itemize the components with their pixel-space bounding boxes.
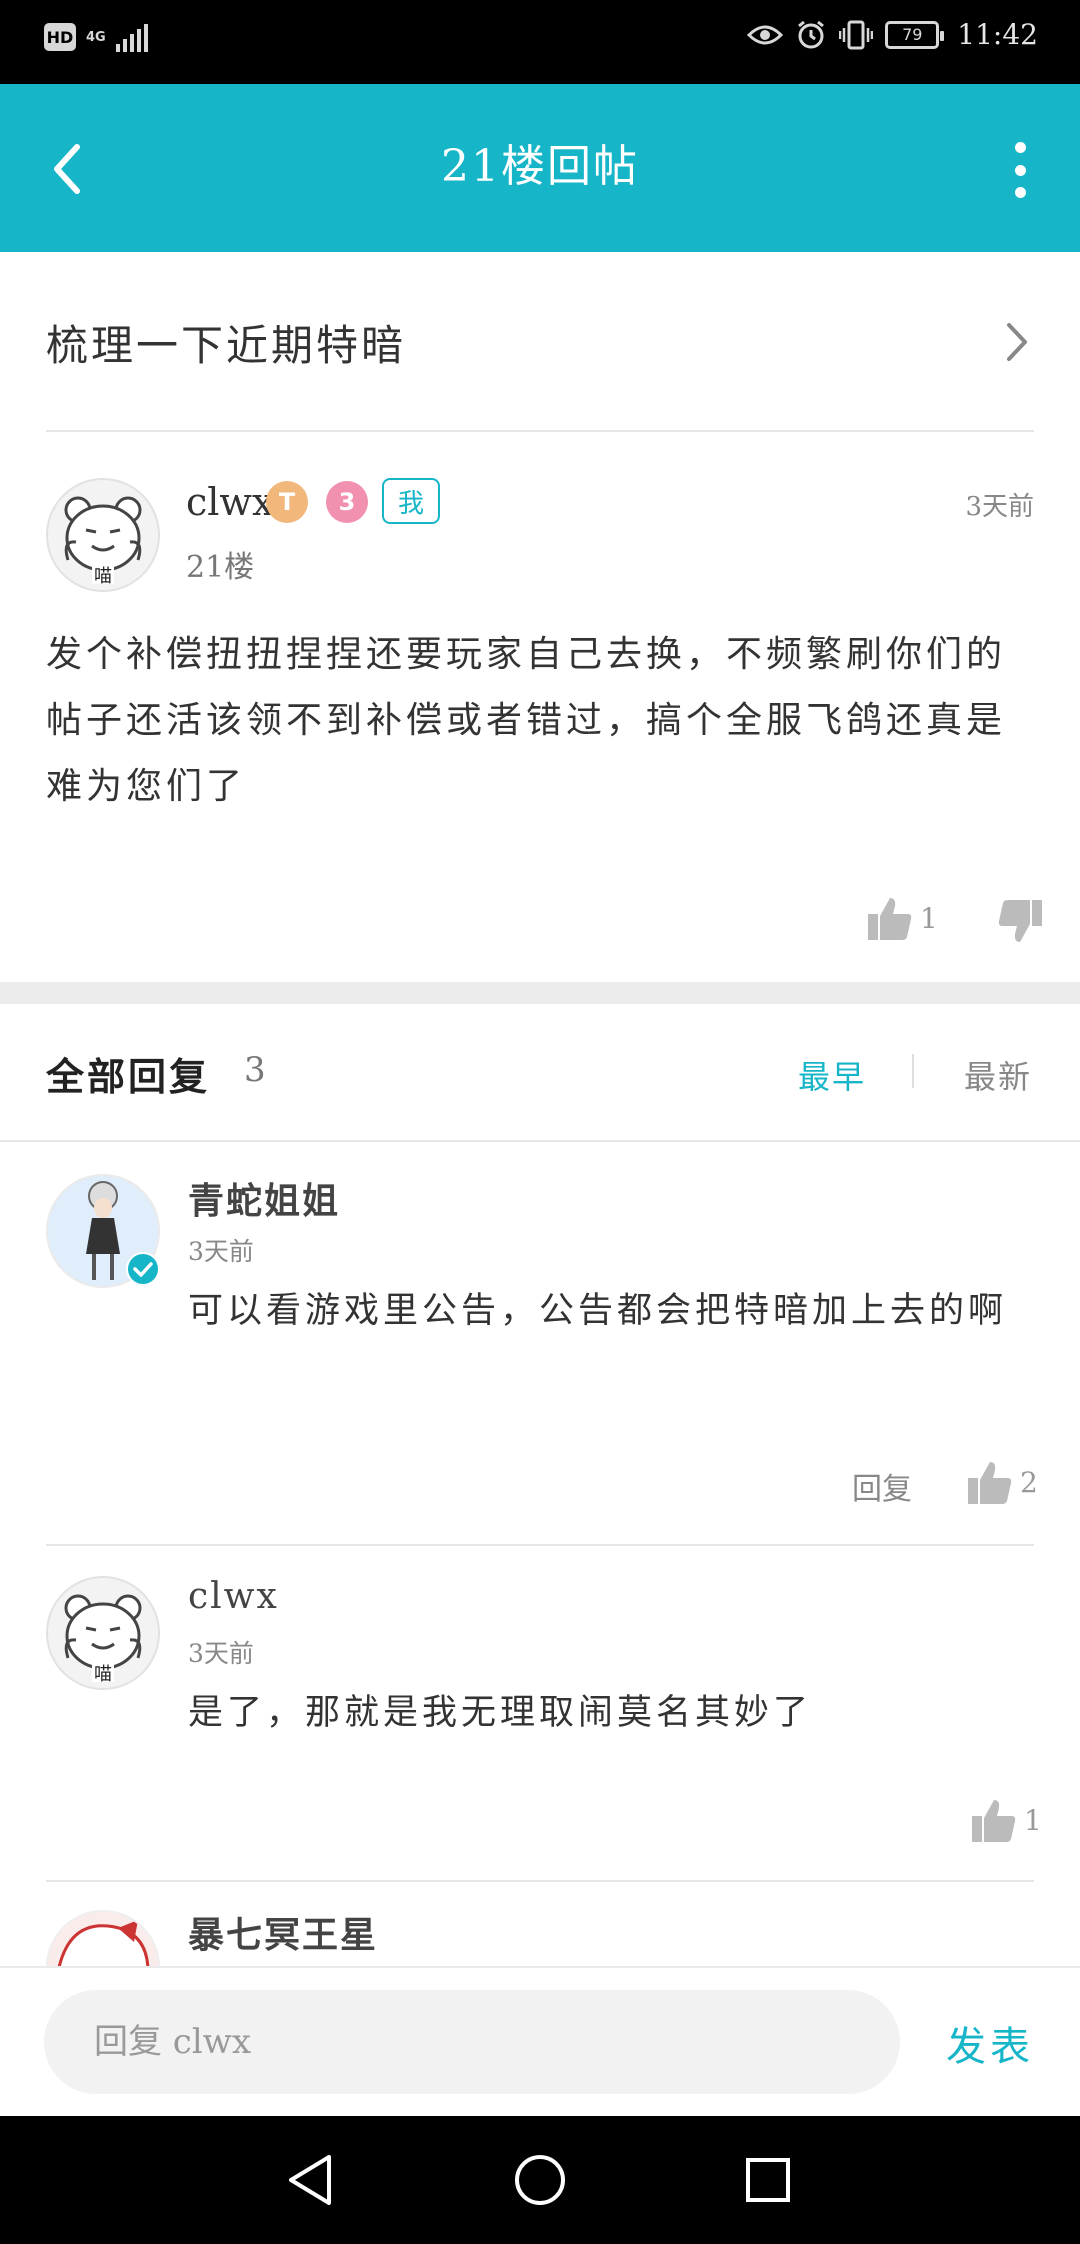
reply-button[interactable]: 回复: [852, 1464, 912, 1508]
battery-icon: 79: [885, 20, 945, 49]
eye-icon: [747, 25, 784, 44]
avatar[interactable]: 喵: [46, 478, 160, 592]
me-tag: 我: [382, 478, 440, 524]
sort-divider: [912, 1054, 914, 1088]
vibrate-icon: [839, 20, 874, 49]
thumbs-up-icon: [868, 898, 912, 940]
thumbs-up-icon: [968, 1462, 1012, 1504]
sort-newest-button[interactable]: 最新: [964, 1052, 1032, 1098]
system-nav-bar: [0, 2116, 1080, 2244]
like-count: 1: [920, 901, 938, 935]
reply-input[interactable]: [44, 1990, 900, 2094]
bear-avatar-icon: 喵: [64, 496, 142, 587]
more-dot: [1014, 187, 1026, 198]
post-time: 3天前: [965, 492, 1034, 522]
divider: [0, 1140, 1080, 1142]
more-dot: [1014, 164, 1026, 176]
svg-text:喵: 喵: [94, 566, 112, 587]
thumbs-up-icon: [972, 1800, 1016, 1842]
like-button[interactable]: 2: [966, 1458, 1038, 1506]
square-recents-icon: [746, 2158, 790, 2202]
triangle-back-icon: [289, 2155, 331, 2205]
send-button[interactable]: 发表: [946, 2014, 1034, 2072]
sort-earliest-button[interactable]: 最早: [798, 1052, 866, 1098]
bear-avatar-icon: 喵: [64, 1594, 142, 1685]
like-button[interactable]: 1: [866, 894, 938, 942]
reply-author[interactable]: 暴七冥王星: [188, 1906, 378, 1958]
divider: [46, 1880, 1034, 1882]
avatar[interactable]: 喵: [46, 1576, 160, 1690]
section-separator: [0, 982, 1080, 1004]
verified-icon: [126, 1252, 160, 1286]
replies-count: 3: [244, 1050, 266, 1090]
status-bar: HD 4G 79 11:42: [0, 0, 1080, 84]
reply-time: 3天前: [188, 1237, 254, 1266]
like-count: 1: [1024, 1803, 1042, 1837]
page-title: 21楼回帖: [441, 141, 639, 192]
chevron-right-icon: [1007, 323, 1027, 361]
divider: [46, 1544, 1034, 1546]
app-header: 21楼回帖: [0, 84, 1080, 252]
more-options-button[interactable]: [1010, 142, 1030, 198]
like-button[interactable]: 1: [970, 1796, 1042, 1844]
clock: 11:42: [957, 18, 1038, 51]
dislike-button[interactable]: [996, 898, 1044, 946]
post-author[interactable]: clwx: [186, 480, 273, 524]
replies-title: 全部回复: [46, 1054, 211, 1099]
divider: [46, 430, 1034, 432]
rank-badge-icon: 3: [326, 481, 368, 523]
like-count: 2: [1020, 1465, 1038, 1499]
reply-time: 3天前: [188, 1639, 254, 1668]
nav-recents-button[interactable]: [738, 2150, 798, 2210]
nav-back-button[interactable]: [280, 2150, 340, 2210]
network-type: 4G: [86, 29, 106, 45]
level-badge: T: [266, 481, 308, 523]
thread-title: 梳理一下近期特暗: [46, 321, 407, 370]
more-dot: [1014, 142, 1026, 153]
thumbs-down-icon: [998, 900, 1042, 942]
hd-icon: HD: [44, 23, 76, 51]
thread-link[interactable]: 梳理一下近期特暗: [0, 252, 1080, 432]
reply-author[interactable]: 青蛇姐姐: [188, 1172, 340, 1224]
reply-content: 可以看游戏里公告，公告都会把特暗加上去的啊: [188, 1291, 1008, 1331]
reply-content: 是了，那就是我无理取闹莫名其妙了: [188, 1693, 813, 1733]
signal-icon: [115, 22, 148, 52]
svg-text:喵: 喵: [94, 1664, 112, 1685]
reply-bar: 发表: [0, 1966, 1080, 2116]
nav-home-button[interactable]: [510, 2150, 570, 2210]
post-content: 发个补偿扭扭捏捏还要玩家自己去换，不频繁刷你们的帖子还活该领不到补偿或者错过，搞…: [46, 634, 1007, 807]
alarm-icon: [798, 20, 825, 48]
circle-home-icon: [515, 2155, 565, 2205]
reply-author[interactable]: clwx: [188, 1576, 279, 1617]
post-floor: 21楼: [186, 550, 255, 585]
